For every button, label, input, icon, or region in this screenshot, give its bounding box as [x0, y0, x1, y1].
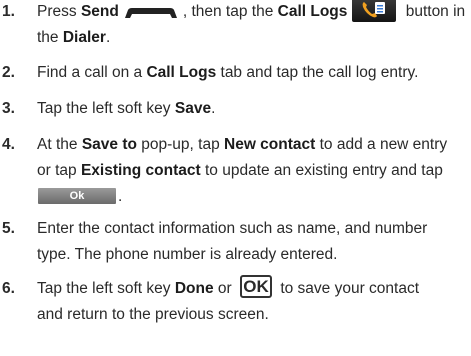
step-number: 6.	[2, 280, 15, 297]
step-number: 3.	[2, 100, 15, 117]
done-label: Done	[174, 280, 214, 297]
call-logs-label: Call Logs	[277, 3, 348, 20]
send-key-icon	[123, 3, 179, 18]
step-number: 4.	[2, 136, 15, 153]
step-text: Find a call on a Call Logs tab and tap t…	[37, 64, 419, 81]
step-number: 5.	[2, 220, 15, 237]
ok-button: Ok	[38, 187, 116, 204]
save-to-label: Save to	[81, 136, 137, 153]
instruction-list: 1. Press Send, then tap the Call Logs bu…	[0, 0, 471, 356]
step-text: Enter the contact information such as na…	[37, 220, 428, 263]
existing-contact-label: Existing contact	[80, 162, 201, 179]
step-text: Tap the left soft key Done or OK to save…	[37, 275, 420, 323]
step-text: Press Send, then tap the Call Logs butto…	[37, 0, 469, 51]
call-logs-tab-label: Call Logs	[146, 64, 217, 81]
send-key-label: Send	[80, 3, 119, 20]
call-logs-icon	[352, 0, 397, 23]
step-text: Tap the left soft key Save.	[37, 100, 216, 117]
save-label: Save	[174, 100, 212, 117]
step-text: At the Save to pop-up, tap New contact t…	[37, 136, 448, 205]
step-number: 1.	[2, 3, 15, 20]
ok-key-icon: OK	[240, 275, 273, 299]
dialer-label: Dialer	[62, 29, 106, 46]
step-number: 2.	[2, 64, 15, 81]
new-contact-label: New contact	[224, 136, 316, 153]
